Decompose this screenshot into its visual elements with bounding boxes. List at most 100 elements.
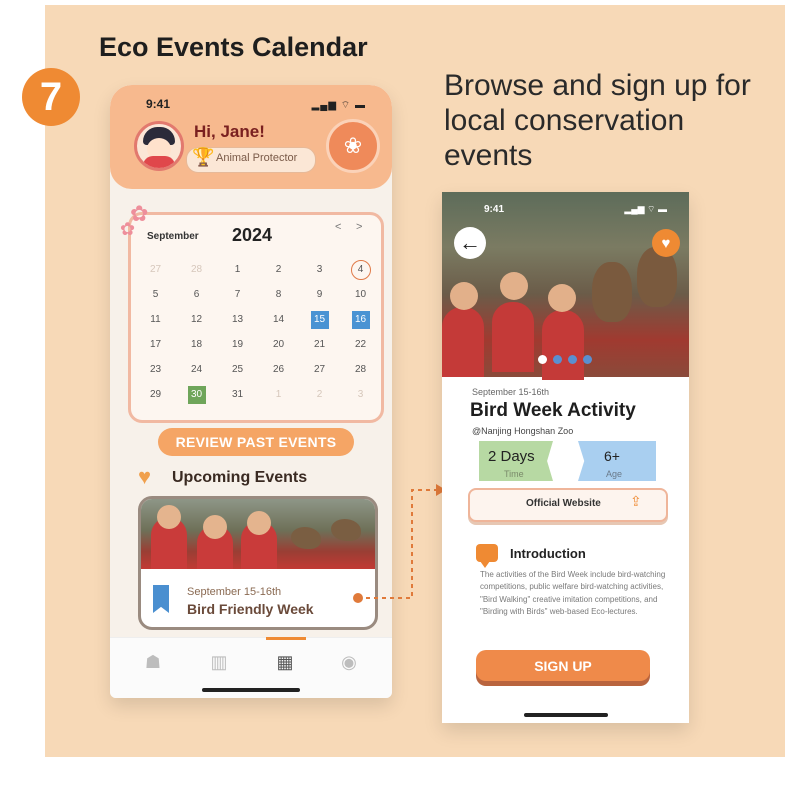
calendar-day-label: 13: [231, 314, 244, 325]
calendar-day-label: 5: [152, 289, 159, 300]
carousel-dot[interactable]: [568, 355, 577, 364]
calendar-day[interactable]: 27: [135, 257, 176, 282]
calendar-day[interactable]: 25: [217, 357, 258, 382]
calendar-day[interactable]: 29: [135, 382, 176, 407]
calendar-day[interactable]: 27: [299, 357, 340, 382]
status-icons: ▂▄▆ ⌔ ▬: [311, 100, 366, 111]
calendar-day-label: 22: [354, 339, 367, 350]
review-past-events-button[interactable]: REVIEW PAST EVENTS: [158, 428, 354, 456]
calendar-day-label: 6: [193, 289, 200, 300]
calendar-day[interactable]: 14: [258, 307, 299, 332]
calendar-day[interactable]: 9: [299, 282, 340, 307]
calendar-day[interactable]: 23: [135, 357, 176, 382]
calendar-day-label: 2: [275, 264, 282, 275]
calendar-day[interactable]: 30: [176, 382, 217, 407]
duration-label: Time: [504, 469, 524, 479]
calendar-day-label: 12: [190, 314, 203, 325]
tab-books[interactable]: ▥: [208, 651, 230, 673]
event-name: Bird Friendly Week: [187, 601, 314, 617]
calendar-day[interactable]: 13: [217, 307, 258, 332]
tab-home[interactable]: ☗: [142, 651, 164, 673]
calendar-day-label: 11: [150, 314, 161, 325]
calendar-day-label: 28: [190, 264, 203, 275]
calendar-day[interactable]: 18: [176, 332, 217, 357]
calendar-day[interactable]: 3: [299, 257, 340, 282]
event-location: @Nanjing Hongshan Zoo: [472, 426, 574, 436]
calendar-day[interactable]: 6: [176, 282, 217, 307]
event-title: Bird Week Activity: [470, 400, 636, 421]
carousel-dot[interactable]: [553, 355, 562, 364]
feature-description: Browse and sign up for local conservatio…: [444, 69, 751, 172]
calendar-day[interactable]: 4: [340, 257, 381, 282]
calendar-day-label: 27: [313, 364, 326, 375]
previous-month-button[interactable]: <: [335, 221, 341, 233]
calendar-day-label: 7: [234, 289, 241, 300]
calendar-day[interactable]: 31: [217, 382, 258, 407]
calendar-day[interactable]: 22: [340, 332, 381, 357]
step-number-badge: 7: [22, 68, 80, 126]
calendar-day-label: 3: [316, 264, 323, 275]
introduction-text: The activities of the Bird Week include …: [480, 570, 666, 616]
calendar-day-label: 23: [149, 364, 162, 375]
profile-icon: ◉: [341, 651, 357, 672]
event-photo: [141, 499, 375, 569]
event-hero-photo: [442, 192, 689, 380]
calendar-day[interactable]: 28: [340, 357, 381, 382]
paw-button[interactable]: ❀: [326, 119, 380, 173]
carousel-dot[interactable]: [538, 355, 547, 364]
calendar-day[interactable]: 20: [258, 332, 299, 357]
status-time: 9:41: [146, 97, 171, 111]
calendar-day[interactable]: 26: [258, 357, 299, 382]
back-button[interactable]: ←: [454, 227, 486, 259]
event-card[interactable]: September 15-16th Bird Friendly Week: [138, 496, 378, 630]
calendar-day[interactable]: 1: [258, 382, 299, 407]
calendar-day-label: 4: [350, 259, 371, 280]
favorite-button[interactable]: ♥: [652, 229, 680, 257]
tab-calendar[interactable]: ▦: [274, 651, 296, 673]
tab-profile[interactable]: ◉: [338, 651, 360, 673]
panel-title: Eco Events Calendar: [99, 32, 368, 62]
calendar-day-label: 31: [231, 389, 244, 400]
age-value: 6+: [604, 448, 620, 464]
status-icons: ▂▄▆ ⌔ ▬: [624, 204, 667, 214]
calendar-day-label: 27: [149, 264, 162, 275]
home-indicator: [202, 688, 300, 692]
calendar-day-label: 21: [313, 339, 326, 350]
calendar-day-label: 20: [272, 339, 285, 350]
calendar-year: 2024: [232, 225, 273, 245]
calendar-day-label: 30: [187, 385, 206, 404]
calendar-day[interactable]: 2: [258, 257, 299, 282]
calendar-day[interactable]: 16: [340, 307, 381, 332]
calendar-day[interactable]: 15: [299, 307, 340, 332]
flower-icon: ✿: [120, 219, 136, 239]
calendar-day[interactable]: 8: [258, 282, 299, 307]
carousel-dot[interactable]: [583, 355, 592, 364]
calendar-day[interactable]: 19: [217, 332, 258, 357]
active-tab-indicator: [266, 637, 306, 640]
calendar-day[interactable]: 5: [135, 282, 176, 307]
book-icon: ▥: [210, 651, 228, 672]
calendar-day[interactable]: 17: [135, 332, 176, 357]
age-label: Age: [606, 469, 623, 479]
calendar-day[interactable]: 21: [299, 332, 340, 357]
calendar-day[interactable]: 10: [340, 282, 381, 307]
calendar-day[interactable]: 28: [176, 257, 217, 282]
official-website-label: Official Website: [526, 498, 601, 509]
trophy-icon: 🏆: [192, 147, 215, 167]
calendar-day[interactable]: 12: [176, 307, 217, 332]
calendar-day[interactable]: 3: [340, 382, 381, 407]
avatar[interactable]: [134, 121, 184, 171]
calendar-day[interactable]: 11: [135, 307, 176, 332]
sign-up-button[interactable]: SIGN UP: [476, 650, 650, 681]
badge-label: Animal Protector: [216, 152, 298, 164]
calendar-day-label: 26: [272, 364, 285, 375]
calendar-day-label: 10: [354, 289, 367, 300]
calendar-day[interactable]: 24: [176, 357, 217, 382]
next-month-button[interactable]: >: [356, 221, 362, 233]
introduction-heading: Introduction: [510, 546, 586, 561]
share-icon[interactable]: ⇪: [630, 493, 642, 510]
calendar-day-label: 14: [272, 314, 285, 325]
calendar-day[interactable]: 7: [217, 282, 258, 307]
calendar-day[interactable]: 2: [299, 382, 340, 407]
calendar-day[interactable]: 1: [217, 257, 258, 282]
